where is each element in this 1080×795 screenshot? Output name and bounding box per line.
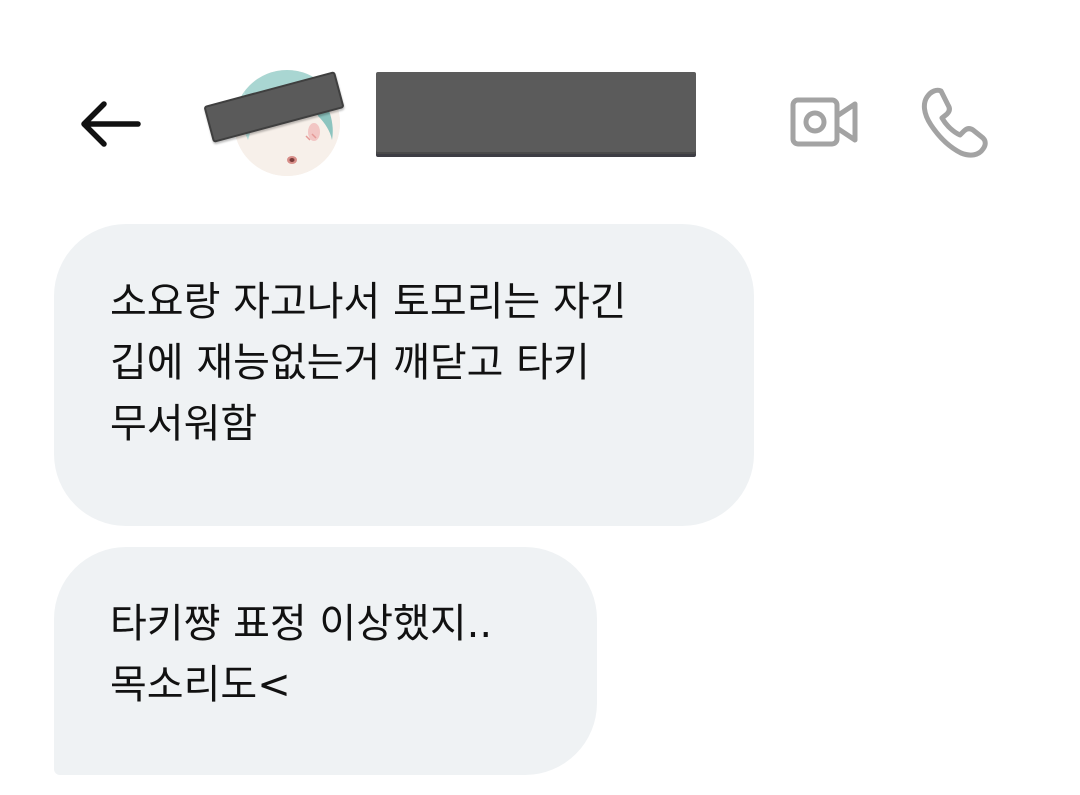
message-line: 타키쨩 표정 이상했지..	[110, 601, 493, 647]
voice-call-button[interactable]	[914, 82, 998, 162]
arrow-left-icon	[81, 101, 141, 147]
message-line: 깁에 재능없는거 깨닫고 타키	[110, 340, 590, 386]
message-bubble[interactable]: 타키쨩 표정 이상했지.. 목소리도<	[54, 547, 597, 775]
back-button[interactable]	[66, 88, 154, 160]
chat-screen: 소요랑 자고나서 토모리는 자긴 깁에 재능없는거 깨닫고 타키 무서워함 타키…	[0, 0, 1080, 795]
message-line: 목소리도<	[110, 662, 291, 708]
message-bubble[interactable]: 소요랑 자고나서 토모리는 자긴 깁에 재능없는거 깨닫고 타키 무서워함	[54, 224, 754, 526]
message-line: 무서워함	[110, 401, 258, 447]
contact-name-redaction-bar	[376, 72, 696, 154]
video-camera-icon	[790, 97, 858, 147]
phone-icon	[921, 87, 988, 158]
message-line: 소요랑 자고나서 토모리는 자긴	[110, 279, 627, 325]
video-call-button[interactable]	[782, 86, 866, 158]
